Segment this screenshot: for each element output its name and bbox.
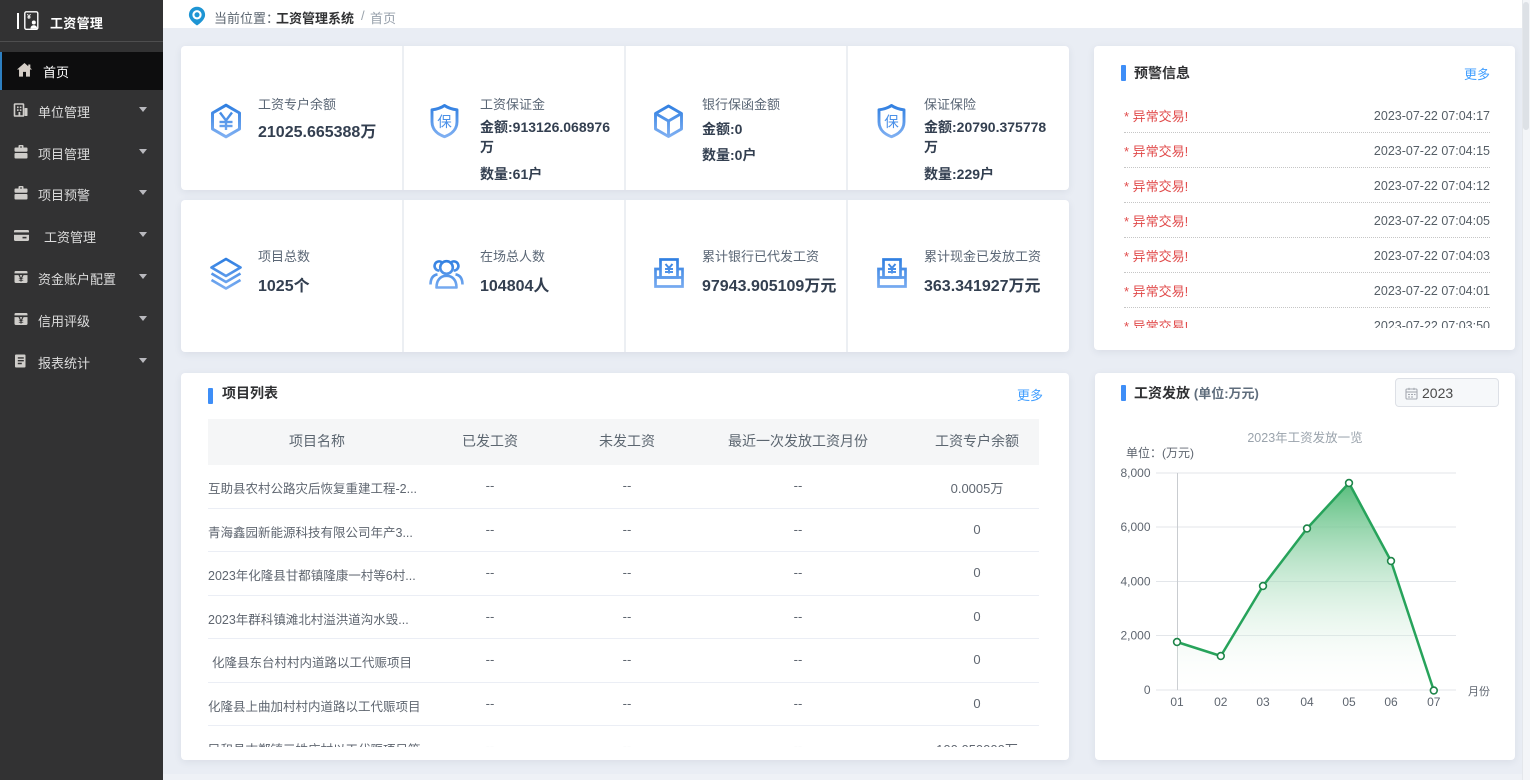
svg-text:月份: 月份 [1468, 685, 1490, 698]
svg-text:¥: ¥ [18, 315, 24, 326]
svg-text:01: 01 [1170, 695, 1184, 709]
svg-text:8,000: 8,000 [1120, 466, 1150, 480]
svg-text:4,000: 4,000 [1120, 575, 1150, 589]
svg-text:单位：(万元): 单位：(万元) [1126, 445, 1194, 460]
svg-text:2023年工资发放一览: 2023年工资发放一览 [1247, 430, 1362, 445]
svg-text:保: 保 [884, 114, 899, 131]
svg-text:06: 06 [1384, 695, 1398, 709]
svg-text:04: 04 [1300, 695, 1314, 709]
svg-text:07: 07 [1427, 695, 1441, 709]
svg-text:03: 03 [1256, 695, 1270, 709]
svg-text:6,000: 6,000 [1120, 520, 1150, 534]
svg-text:05: 05 [1342, 695, 1356, 709]
svg-text:保: 保 [437, 114, 452, 131]
svg-text:¥: ¥ [27, 14, 31, 21]
svg-text:2,000: 2,000 [1120, 629, 1150, 643]
svg-text:¥: ¥ [18, 273, 24, 284]
svg-text:0: 0 [1144, 683, 1151, 697]
svg-text:02: 02 [1214, 695, 1228, 709]
